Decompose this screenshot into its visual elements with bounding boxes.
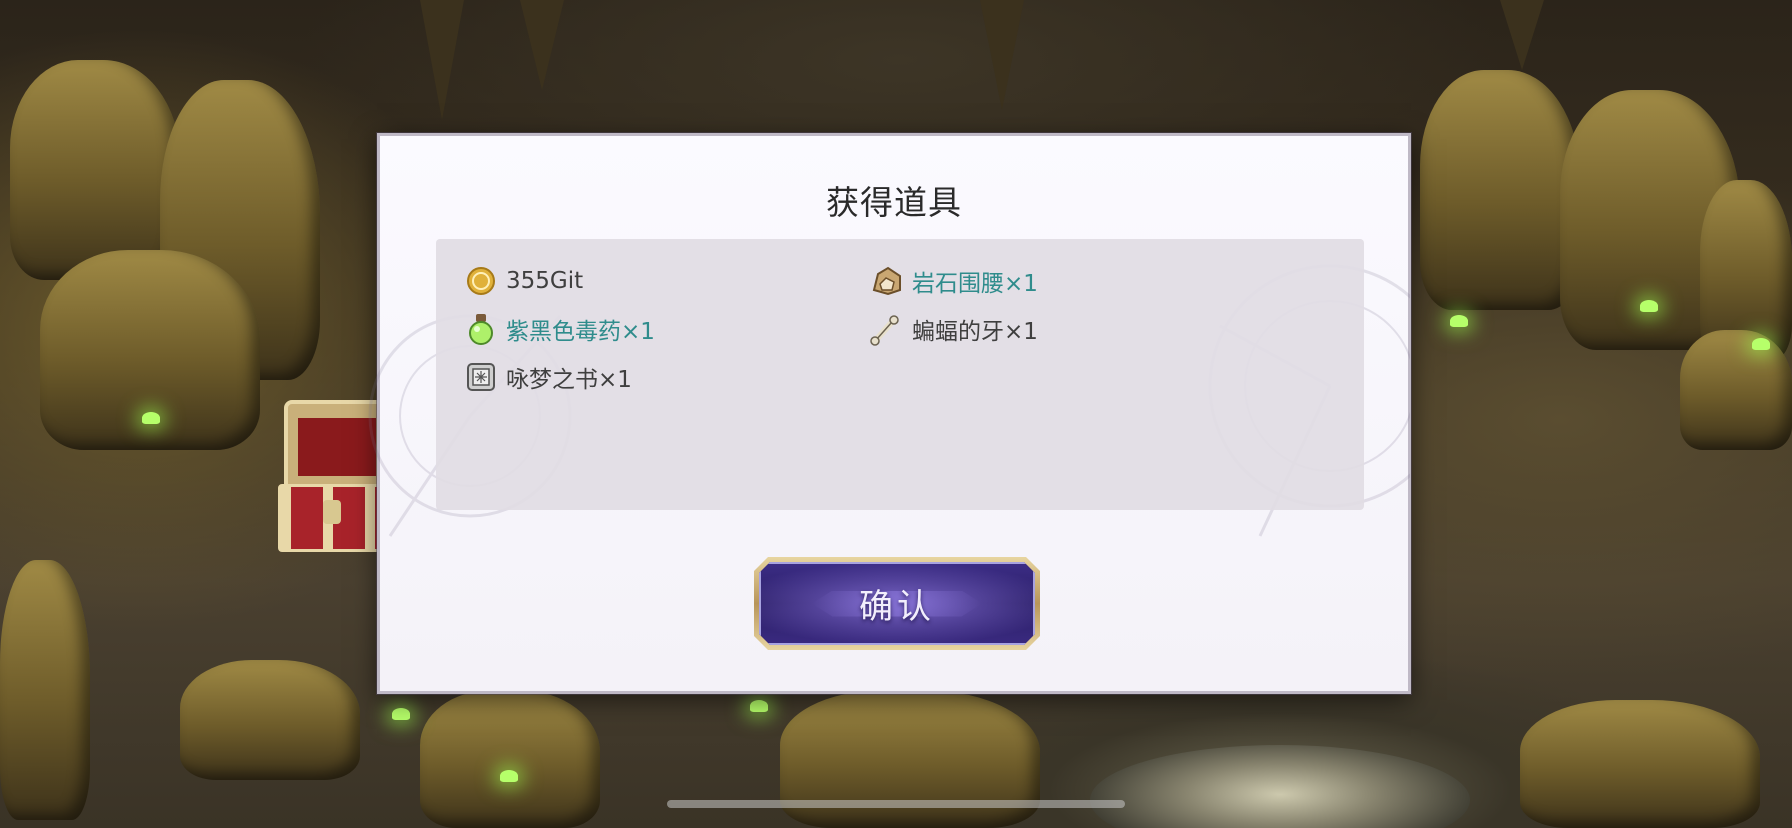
rock-belt-icon xyxy=(870,264,904,298)
reward-item-label: 咏梦之书×1 xyxy=(506,367,632,393)
stalactite xyxy=(980,0,1024,110)
reward-items-panel: 355Git 岩石围腰×1 紫黑色毒药×1 蝙蝠的牙×1 咏梦之书×1 xyxy=(436,239,1364,510)
book-icon xyxy=(464,360,498,394)
reward-item-book: 咏梦之书×1 xyxy=(464,357,632,397)
stalactite xyxy=(520,0,564,90)
glowing-mushroom xyxy=(750,700,768,712)
rock-formation xyxy=(10,60,180,280)
cave-pool xyxy=(1090,745,1470,828)
reward-item-poison: 紫黑色毒药×1 xyxy=(464,309,655,349)
reward-item-gold: 355Git xyxy=(464,261,583,301)
reward-item-label: 蝙蝠的牙×1 xyxy=(912,319,1038,345)
item-reward-dialog: 获得道具 355Git 岩石围腰×1 紫黑色毒药×1 蝙蝠的牙×1 咏梦之书×1… xyxy=(368,133,1411,694)
reward-item-label: 岩石围腰×1 xyxy=(912,271,1038,297)
glowing-mushroom xyxy=(392,708,410,720)
reward-item-label: 355Git xyxy=(506,268,584,294)
bone-tooth-icon xyxy=(870,312,904,346)
confirm-button[interactable]: 确认 xyxy=(754,557,1040,650)
lock-icon xyxy=(323,500,341,524)
gold-coin-icon xyxy=(464,264,498,298)
potion-icon xyxy=(464,312,498,346)
dialog-title: 获得道具 xyxy=(826,183,962,222)
rock-formation xyxy=(1420,70,1580,310)
reward-item-bat-fang: 蝙蝠的牙×1 xyxy=(870,309,1038,349)
glowing-mushroom xyxy=(142,412,160,424)
stalactite xyxy=(1500,0,1544,70)
stalactite xyxy=(420,0,464,120)
glowing-mushroom xyxy=(1640,300,1658,312)
reward-item-label: 紫黑色毒药×1 xyxy=(506,319,655,345)
cave-background: 获得道具 355Git 岩石围腰×1 紫黑色毒药×1 蝙蝠的牙×1 咏梦之书×1… xyxy=(0,0,1792,828)
confirm-button-label: 确认 xyxy=(859,587,935,627)
rock-formation xyxy=(1680,330,1792,450)
reward-item-rock-belt: 岩石围腰×1 xyxy=(870,261,1038,301)
rock-formation xyxy=(180,660,360,780)
home-indicator[interactable] xyxy=(667,800,1125,808)
rock-formation xyxy=(1520,700,1760,828)
glowing-mushroom xyxy=(1450,315,1468,327)
glowing-mushroom xyxy=(1752,338,1770,350)
rock-formation xyxy=(420,690,600,828)
glowing-mushroom xyxy=(500,770,518,782)
rock-formation xyxy=(0,560,90,820)
